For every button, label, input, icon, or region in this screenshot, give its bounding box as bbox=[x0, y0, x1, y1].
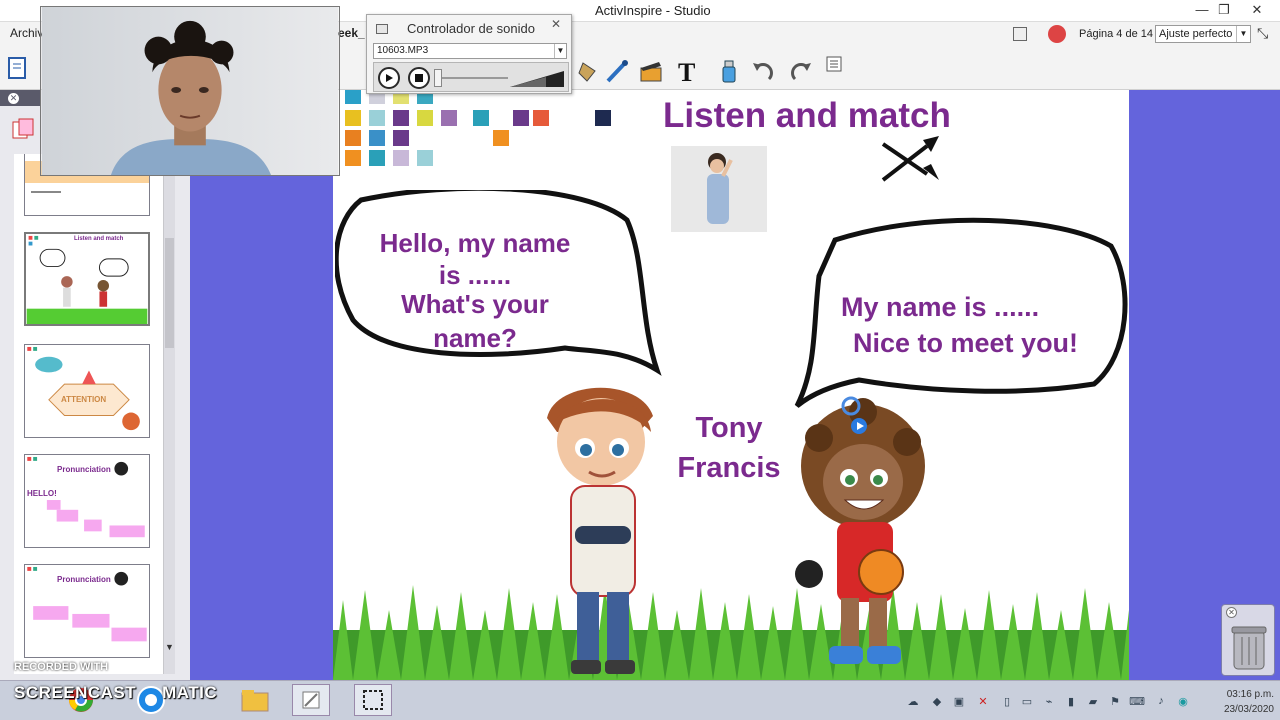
thumbnail-4-title: Listen and match bbox=[74, 236, 124, 242]
page-thumbnail-4[interactable]: Listen and match bbox=[24, 232, 150, 326]
dropbox-icon[interactable]: ◆ bbox=[930, 694, 944, 708]
fullscreen-icon[interactable]: ⤡ bbox=[1257, 25, 1268, 42]
flipchart-page[interactable]: Listen and match Hello, my name is .....… bbox=[333, 90, 1129, 680]
thumbnail-6-word: HELLO! bbox=[27, 489, 57, 498]
francis-character-image[interactable] bbox=[789, 396, 939, 680]
close-window-button[interactable]: ✕ bbox=[1238, 0, 1276, 22]
speaker-icon[interactable]: ♪ bbox=[1154, 694, 1168, 708]
clock-time[interactable]: 03:16 p.m. bbox=[1196, 689, 1274, 700]
spray-icon[interactable] bbox=[714, 56, 744, 86]
flag-icon[interactable]: ⚑ bbox=[1108, 694, 1122, 708]
toolbox-menu-icon[interactable] bbox=[820, 52, 850, 82]
chevron-down-icon: ▼ bbox=[554, 44, 566, 58]
tony-character-image[interactable] bbox=[527, 376, 667, 680]
bubble-left-line3: What's your bbox=[401, 289, 549, 319]
thumbnail-list: Listen and match ATTENTION Pronunciation… bbox=[14, 154, 164, 674]
name-label-tony[interactable]: Tony bbox=[669, 412, 789, 445]
listening-girl-image[interactable] bbox=[671, 146, 767, 232]
close-icon[interactable]: ✕ bbox=[1226, 607, 1237, 618]
redo-icon[interactable] bbox=[786, 56, 816, 86]
sound-link-icon[interactable] bbox=[841, 396, 867, 436]
record-icon[interactable] bbox=[1048, 25, 1066, 43]
stop-icon bbox=[415, 74, 423, 82]
thumbnail-scrollbar[interactable]: ▼ bbox=[163, 154, 175, 674]
activinspire-app-icon[interactable] bbox=[292, 684, 330, 716]
text-tool-icon[interactable]: T bbox=[672, 56, 702, 86]
media-clapper-icon[interactable] bbox=[636, 56, 666, 86]
volume-icon[interactable] bbox=[510, 67, 566, 89]
thumbnail-6-title: Pronunciation bbox=[57, 465, 111, 474]
zoom-value: Ajuste perfecto bbox=[1159, 28, 1233, 40]
sound-controller-window[interactable]: Controlador de sonido ✕ 10603.MP3 ▼ bbox=[366, 14, 572, 94]
thumbnail-7-title: Pronunciation bbox=[57, 575, 111, 584]
page-thumbnail-7[interactable]: Pronunciation bbox=[24, 564, 150, 658]
lesson-title[interactable]: Listen and match bbox=[663, 96, 951, 136]
edge-icon[interactable]: ◉ bbox=[1176, 694, 1190, 708]
document-tab[interactable]: eek_ bbox=[338, 26, 365, 40]
svg-text:T: T bbox=[678, 58, 695, 85]
chevron-down-icon: ▼ bbox=[1236, 26, 1250, 42]
watermark-recorded: RECORDED WITH bbox=[14, 661, 109, 673]
shuffle-icon[interactable] bbox=[879, 134, 943, 186]
chevron-down-icon[interactable]: ▼ bbox=[165, 642, 174, 652]
panel-header: ✕ bbox=[0, 90, 40, 106]
pen-icon[interactable] bbox=[602, 56, 632, 86]
stop-button[interactable] bbox=[408, 67, 430, 89]
zoom-select[interactable]: Ajuste perfecto ▼ bbox=[1155, 25, 1251, 43]
bubble-left-line2: is ...... bbox=[438, 260, 512, 290]
play-icon bbox=[386, 74, 393, 82]
page-thumbnail-5[interactable]: ATTENTION bbox=[24, 344, 150, 438]
color-palette[interactable] bbox=[343, 90, 633, 170]
document-icon[interactable] bbox=[1013, 27, 1027, 41]
grass-image bbox=[333, 585, 1129, 680]
close-icon[interactable]: ✕ bbox=[547, 17, 565, 33]
webcam-overlay[interactable] bbox=[40, 6, 340, 176]
thumbnail-5-title: ATTENTION bbox=[61, 395, 107, 404]
window-title: ActivInspire - Studio bbox=[595, 3, 711, 18]
name-label-francis[interactable]: Francis bbox=[669, 452, 789, 485]
fill-bucket-icon[interactable] bbox=[574, 56, 604, 86]
keyboard-icon[interactable]: ⌨ bbox=[1129, 694, 1145, 708]
bubble-left-line4: name? bbox=[433, 323, 517, 353]
signal-icon[interactable]: ▰ bbox=[1086, 694, 1100, 708]
page-indicator: Página 4 de 14 bbox=[1079, 28, 1154, 40]
play-button[interactable] bbox=[378, 67, 400, 89]
scrollbar-thumb[interactable] bbox=[165, 238, 174, 348]
clock-date[interactable]: 23/03/2020 bbox=[1196, 704, 1274, 715]
sound-window-icon bbox=[376, 24, 388, 34]
watermark-brand: SCREENCAST MATIC bbox=[14, 683, 217, 703]
sound-file-value: 10603.MP3 bbox=[377, 45, 429, 56]
bubble-right-line1: My name is ...... bbox=[841, 292, 1040, 322]
trash-can[interactable]: ✕ bbox=[1221, 604, 1275, 676]
sound-file-select[interactable]: 10603.MP3 ▼ bbox=[373, 43, 567, 59]
page-browser-icon[interactable] bbox=[4, 54, 34, 84]
network-icon[interactable]: ▮ bbox=[1064, 694, 1078, 708]
watermark-brand-a: SCREENCAST bbox=[14, 683, 137, 702]
bubble-right-line2: Nice to meet you! bbox=[853, 328, 1079, 358]
close-tray-icon[interactable]: ✕ bbox=[976, 694, 990, 708]
thumbnail-4-preview bbox=[26, 235, 148, 324]
watermark-brand-b: MATIC bbox=[162, 683, 218, 702]
thumbnail-5-preview bbox=[27, 346, 140, 431]
progress-track[interactable] bbox=[438, 77, 508, 79]
battery-icon[interactable]: ▯ bbox=[1000, 694, 1014, 708]
restore-button[interactable]: ❐ bbox=[1210, 0, 1238, 22]
page-thumbnail-6[interactable]: Pronunciation HELLO! bbox=[24, 454, 150, 548]
progress-handle[interactable] bbox=[434, 69, 442, 87]
cloud-icon[interactable]: ☁ bbox=[906, 694, 920, 708]
playback-controls bbox=[373, 62, 569, 92]
sound-controller-title: Controlador de sonido bbox=[407, 21, 535, 36]
close-icon[interactable]: ✕ bbox=[8, 93, 19, 104]
usb-icon[interactable]: ⌁ bbox=[1042, 694, 1056, 708]
trash-icon bbox=[1231, 626, 1267, 670]
bubble-left-line1: Hello, my name bbox=[379, 228, 571, 258]
browser-icon[interactable] bbox=[10, 116, 38, 144]
page-browser-panel: ✕ Listen and match ATTENTION Pronunciati… bbox=[0, 90, 190, 680]
file-explorer-icon[interactable] bbox=[236, 684, 274, 716]
display-icon[interactable]: ▭ bbox=[1020, 694, 1034, 708]
snipping-tool-icon[interactable] bbox=[354, 684, 392, 716]
security-icon[interactable]: ▣ bbox=[952, 694, 966, 708]
undo-icon[interactable] bbox=[748, 56, 778, 86]
